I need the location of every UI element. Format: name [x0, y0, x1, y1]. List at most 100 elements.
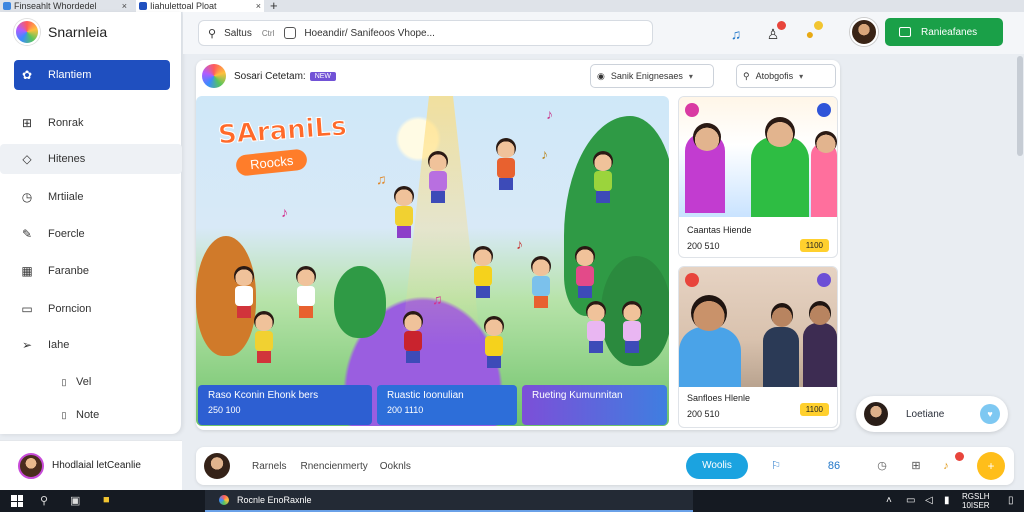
add-button[interactable]: + — [977, 452, 1005, 480]
profile-name: Hhodlaial letCeanlie — [52, 460, 141, 471]
clock-date: 10ISER — [962, 501, 990, 510]
music-icon[interactable]: ♪ — [938, 452, 964, 474]
post-button[interactable]: Woolis — [686, 453, 748, 479]
caption-title: Raso Kconin Ehonk bers — [208, 390, 319, 401]
chart-icon: ▦ — [21, 264, 33, 278]
media-card-title: Sanfloes Hlenle — [687, 393, 751, 403]
composer-placeholder[interactable]: Rnencienmerty — [300, 461, 367, 472]
sidebar-item-ronrak[interactable]: ⊞ Ronrak — [14, 108, 170, 138]
chat-pill[interactable]: Loetiane ♥ — [856, 396, 1008, 432]
volume-icon[interactable]: ◁ — [925, 495, 933, 506]
search-dropdown-value: Atobgofis — [755, 71, 794, 81]
sidebar-item-label: Hitenes — [48, 153, 86, 165]
gift-icon[interactable]: ⚐ — [768, 458, 784, 474]
sidebar-item-hitenes[interactable]: ◇ Hitenes — [0, 144, 182, 174]
brand[interactable]: Snarnleia — [14, 18, 107, 46]
sidebar-item-rlantiem[interactable]: ✿ Rlantiem — [14, 60, 170, 90]
child-figure — [426, 151, 450, 203]
tab-title: Iiahulettoal Ploat — [150, 1, 217, 11]
close-tab-icon[interactable]: × — [122, 0, 127, 12]
caption-title: Ruastic Ioonulian — [387, 390, 464, 401]
browser-tab[interactable]: Finseahlt Whordedel × — [0, 0, 130, 12]
caption-card[interactable]: Ruastic Ioonulian 200 1110 — [377, 385, 517, 425]
primary-action-button[interactable]: Ranieafanes — [885, 18, 1003, 46]
search-input[interactable]: ⚲ Saltus Ctrl Hoeandir/ Sanifeoos Vhope.… — [198, 20, 653, 46]
search-dropdown[interactable]: ⚲ Atobgofis ▾ — [736, 64, 836, 88]
media-card-image — [679, 97, 837, 217]
edit-icon: ✎ — [21, 227, 33, 241]
sidebar-item-iahe[interactable]: ➢ Iahe — [14, 330, 170, 360]
sidebar: Snarnleia ✿ Rlantiem ⊞ Ronrak ◇ Hitenes … — [0, 12, 182, 434]
bell-icon[interactable]: ♙ — [763, 21, 786, 44]
filter-dropdown-value: Sanik Enignesaes — [610, 71, 683, 81]
sidebar-item-mrtiiale[interactable]: ◷ Mrtiiale — [14, 182, 170, 212]
tab-favicon-icon — [139, 2, 147, 10]
file-explorer-icon[interactable]: ■ — [103, 494, 110, 506]
music-note-icon: ♫ — [432, 291, 443, 307]
system-clock[interactable]: RGSLH 10ISER — [962, 492, 990, 510]
windows-start-icon[interactable] — [11, 495, 23, 507]
child-figure — [494, 138, 518, 190]
search-text: Hoeandir/ Sanifeoos Vhope... — [304, 27, 435, 39]
search-icon: ⚲ — [208, 27, 217, 40]
sidebar-item-label: Mrtiiale — [48, 191, 84, 203]
media-card[interactable]: Caantas Hiende 200 510 1100 — [678, 96, 838, 258]
child-figure — [392, 186, 416, 238]
sidebar-item-vel[interactable]: ▯ Vel — [14, 367, 170, 397]
taskbar-app-button[interactable]: Rocnle EnoRaxnle — [205, 490, 693, 512]
sidebar-item-label: Foercle — [48, 228, 85, 240]
taskbar: ⚲ ▣ ■ Rocnle EnoRaxnle ˄ ▭ ◁ ▮ RGSLH 10I… — [0, 490, 1024, 512]
status-dot-icon — [685, 103, 699, 117]
avatar[interactable] — [850, 18, 878, 46]
heart-icon[interactable]: ♥ — [980, 404, 1000, 424]
search-icon: ⚲ — [743, 70, 750, 81]
sidebar-item-note[interactable]: ▯ Note — [14, 400, 170, 430]
chevron-up-icon[interactable]: ˄ — [886, 495, 892, 506]
avatar — [204, 453, 230, 479]
sidebar-item-label: Note — [76, 409, 100, 421]
location-icon: ◉ — [597, 70, 605, 81]
caption-card[interactable]: Raso Kconin Ehonk bers 250 100 — [198, 385, 372, 425]
media-card-image — [679, 267, 837, 387]
grid-icon[interactable]: ⊞ — [908, 458, 924, 474]
scrollbar[interactable] — [1017, 56, 1023, 156]
status-dot-icon — [685, 273, 699, 287]
sidebar-item-faranbe[interactable]: ▦ Faranbe — [14, 256, 170, 286]
media-card[interactable]: Sanfloes Hlenle 200 510 1100 — [678, 266, 838, 428]
music-icon[interactable]: ♫ — [726, 24, 746, 44]
browser-tab-active[interactable]: Iiahulettoal Ploat × — [136, 0, 264, 12]
card-icon: ▭ — [21, 302, 33, 316]
content-title: Sosari Cetetam: — [234, 70, 306, 82]
composer-placeholder[interactable]: Ooknls — [380, 461, 411, 472]
music-note-icon: ♪ — [516, 236, 523, 252]
search-shortcut: Ctrl — [261, 28, 275, 38]
sidebar-item-label: Faranbe — [48, 265, 89, 277]
network-icon[interactable]: ▭ — [906, 495, 915, 506]
chat-label: Loetiane — [906, 408, 945, 420]
caption-card[interactable]: Rueting Kumunnitan — [522, 385, 667, 425]
hero-logo: SAraniLs Roocks — [217, 111, 366, 184]
channel-logo-icon — [202, 64, 226, 88]
status-dot-icon — [817, 273, 831, 287]
task-view-icon[interactable]: ▣ — [70, 494, 80, 507]
sidebar-item-porncion[interactable]: ▭ Porncion — [14, 294, 170, 324]
battery-icon[interactable]: ▮ — [944, 495, 950, 506]
avatar — [864, 402, 888, 426]
search-icon[interactable]: ⚲ — [40, 494, 48, 507]
hero-illustration[interactable]: SAraniLs Roocks ♪ ♫ ♪ ♪ ♫ ♪ Raso Kconin … — [196, 96, 669, 426]
composer-placeholder[interactable]: Rarnels — [252, 461, 286, 472]
filter-dropdown[interactable]: ◉ Sanik Enignesaes ▾ — [590, 64, 714, 88]
sidebar-item-label: Iahe — [48, 339, 70, 351]
tab-favicon-icon — [3, 2, 11, 10]
close-tab-icon[interactable]: × — [256, 0, 261, 12]
top-bar: ⚲ Saltus Ctrl Hoeandir/ Sanifeoos Vhope.… — [183, 12, 1024, 54]
lightbulb-icon[interactable]: ● — [800, 21, 823, 44]
sidebar-profile[interactable]: Hhodlaial letCeanlie — [0, 440, 182, 490]
tab-title: Finseahlt Whordedel — [14, 1, 97, 11]
music-note-icon: ♪ — [541, 146, 548, 162]
clock-icon[interactable]: ◷ — [874, 458, 890, 474]
sidebar-item-foercle[interactable]: ✎ Foercle — [14, 219, 170, 249]
leaf-icon: ✿ — [21, 68, 33, 82]
notification-center-icon[interactable]: ▯ — [1008, 495, 1014, 506]
location-icon — [284, 27, 297, 39]
